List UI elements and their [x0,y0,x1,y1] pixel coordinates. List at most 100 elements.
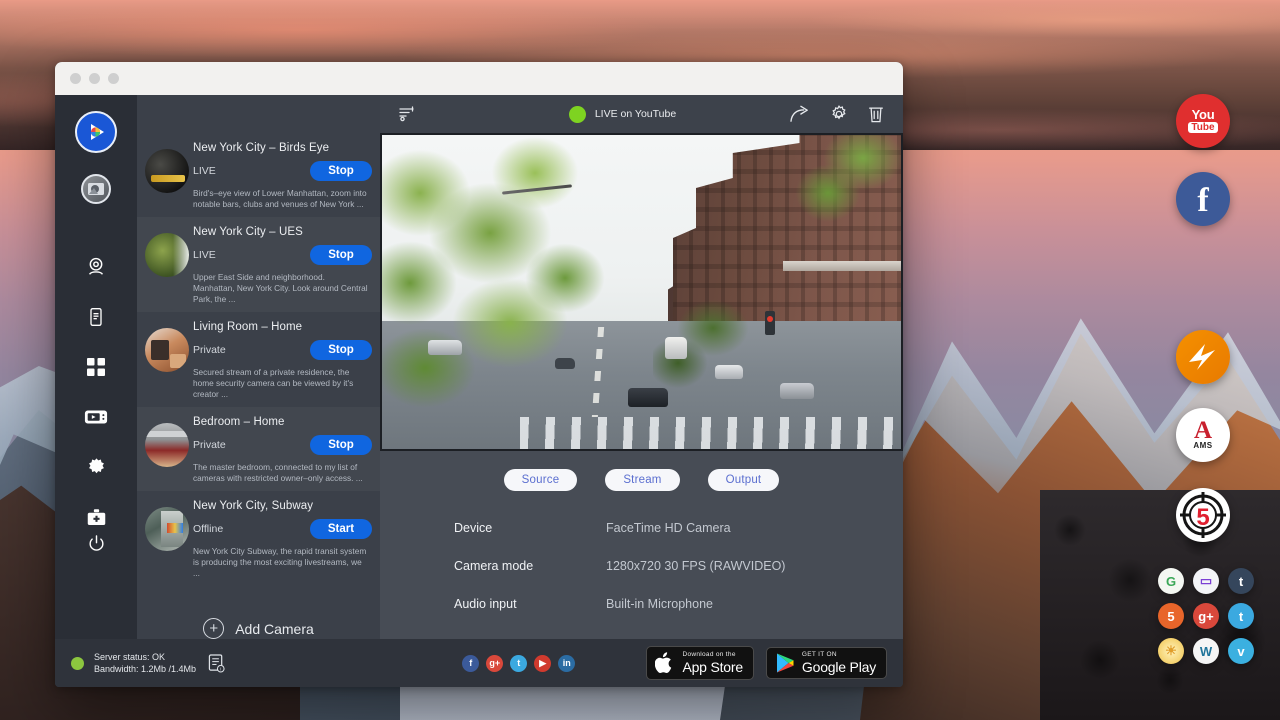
tab-source[interactable]: Source [504,469,578,491]
camera-card[interactable]: Bedroom – Home Private Stop The master b… [137,407,380,491]
share-button[interactable] [789,105,811,123]
social-linkedin[interactable]: in [558,655,575,672]
webcam-icon [85,256,107,278]
server-status: Server status: OK Bandwidth: 1.2Mb /1.4M… [71,651,371,675]
detail-value[interactable]: 1280x720 30 FPS (RAWVIDEO) [606,559,785,573]
camera-card[interactable]: Living Room – Home Private Stop Secured … [137,312,380,407]
desktop-icon-google-plus[interactable]: g+ [1193,603,1219,629]
google-play-badge[interactable]: GET IT ON Google Play [766,647,887,680]
linkedin-glyph: in [563,658,571,668]
detail-value[interactable]: Built-in Microphone [606,597,713,611]
camera-action-button[interactable]: Stop [310,340,372,360]
social-twitter[interactable]: t [510,655,527,672]
desktop-icon-five[interactable]: 5 [1176,488,1230,542]
minimize-button[interactable] [89,73,100,84]
wowza-bolt-icon [1183,337,1223,377]
social-youtube[interactable]: ▶ [534,655,551,672]
video-scene [380,133,903,451]
social-google-plus[interactable]: g+ [486,655,503,672]
app-window: New York City – Birds Eye LIVE Stop Bird… [55,62,903,687]
facebook-glyph: f [469,658,472,668]
avatar-icon [86,179,106,199]
camera-state: Private [193,439,226,451]
tab-stream[interactable]: Stream [605,469,679,491]
status-info-button[interactable]: i [208,654,225,673]
sidebar-item-mobile[interactable] [76,297,116,337]
camera-action-button[interactable]: Stop [310,161,372,181]
settings-tabs: Source Stream Output [380,451,903,491]
desktop-icon-tumblr[interactable]: t [1228,568,1254,594]
tumblr-glyph: t [1239,574,1243,589]
camera-state: Private [193,344,226,356]
camera-title: New York City, Subway [193,500,372,512]
apple-icon [655,651,675,675]
social-facebook[interactable]: f [462,655,479,672]
play-logo-icon [83,119,109,145]
sidebar-item-grid[interactable] [76,347,116,387]
twitch-glyph: ▭ [1200,573,1212,589]
gear-icon [829,104,849,124]
camera-action-button[interactable]: Start [310,519,372,539]
desktop-icon-twitch[interactable]: ▭ [1193,568,1219,594]
sidebar-item-player[interactable] [76,397,116,437]
video-preview[interactable] [380,133,903,451]
play-triangle-icon [775,652,795,674]
tab-output[interactable]: Output [708,469,780,491]
camera-action-button[interactable]: Stop [310,435,372,455]
status-text: Server status: OK Bandwidth: 1.2Mb /1.4M… [94,651,196,675]
bandwidth-line: Bandwidth: 1.2Mb /1.4Mb [94,664,196,674]
wordpress-glyph: W [1200,644,1212,659]
desktop-icon-grasshopper[interactable]: G [1158,568,1184,594]
add-camera-button[interactable]: + Add Camera [137,586,380,639]
camera-description: The master bedroom, connected to my list… [193,462,372,484]
desktop-icon-adobe-ams[interactable]: A AMS [1176,408,1230,462]
filter-sort-button[interactable] [398,106,456,122]
desktop-icon-wowza[interactable] [1176,330,1230,384]
desktop-icon-vimeo[interactable]: v [1228,638,1254,664]
close-button[interactable] [70,73,81,84]
google-plus-glyph: g+ [489,658,500,668]
main-panel: LIVE on YouTube [380,95,903,639]
sidebar-item-settings[interactable] [76,447,116,487]
grasshopper-glyph: G [1166,574,1176,589]
vimeo-glyph: v [1237,644,1244,659]
desktop-icon-wordpress[interactable]: W [1193,638,1219,664]
youtube-glyph: ▶ [539,658,546,669]
desktop-icon-youtube[interactable]: You Tube [1176,94,1230,148]
twitter-glyph: t [517,658,520,668]
delete-button[interactable] [867,104,885,124]
crosshair-five-icon: 5 [1176,488,1230,542]
detail-value[interactable]: FaceTime HD Camera [606,521,731,535]
youtube-label-top: You [1192,109,1215,121]
window-titlebar[interactable] [55,62,903,95]
app-logo[interactable] [75,111,117,153]
camera-title: New York City – UES [193,226,372,238]
desktop-icon-html5[interactable]: 5 [1158,603,1184,629]
camera-card[interactable]: New York City – Birds Eye LIVE Stop Bird… [137,133,380,217]
add-camera-label: Add Camera [235,621,314,637]
detail-row-device: Device FaceTime HD Camera [454,521,903,535]
sidebar-item-power[interactable] [76,523,116,563]
camera-thumbnail [145,507,189,551]
sidebar-item-camera[interactable] [76,247,116,287]
app-store-badge[interactable]: Download on the App Store [646,646,753,680]
desktop-icon-twitter[interactable]: t [1228,603,1254,629]
server-status-line: Server status: OK [94,652,165,662]
desktop-background: You Tube f A AMS 5 G ▭ t 5 g+ t ☀ W v [0,0,1280,720]
mobile-device-icon [86,307,106,327]
sidebar-rail [55,95,137,639]
camera-description: New York City Subway, the rapid transit … [193,546,372,579]
camera-description: Upper East Side and neighborhood. Manhat… [193,272,372,305]
sidebar-item-account[interactable] [76,169,116,209]
google-plus-glyph: g+ [1198,609,1214,624]
camera-card[interactable]: New York City, Subway Offline Start New … [137,491,380,586]
detail-label: Audio input [454,597,606,611]
adobe-ams-label: AMS [1193,442,1212,450]
camera-card[interactable]: New York City – UES LIVE Stop Upper East… [137,217,380,312]
maximize-button[interactable] [108,73,119,84]
svg-text:i: i [220,666,221,672]
desktop-icon-sun[interactable]: ☀ [1158,638,1184,664]
settings-button[interactable] [829,104,849,124]
desktop-icon-facebook[interactable]: f [1176,172,1230,226]
camera-action-button[interactable]: Stop [310,245,372,265]
